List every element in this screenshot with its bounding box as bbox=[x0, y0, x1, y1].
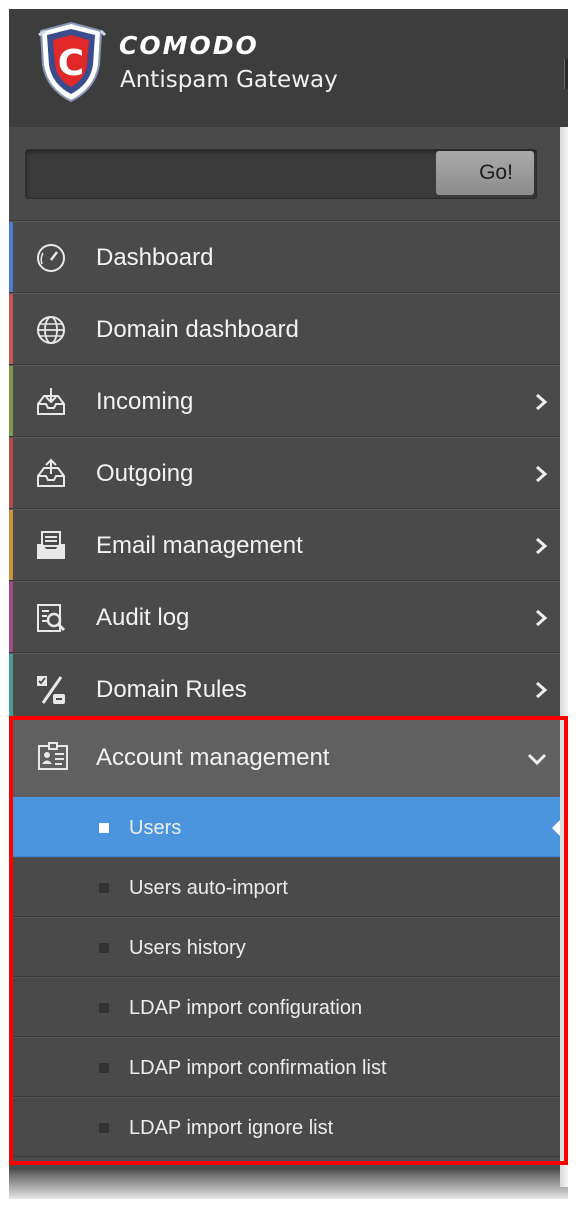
dashboard-gauge-icon bbox=[37, 244, 65, 272]
sidebar-navigation: C COMODO Antispam Gateway Go! Dashboard … bbox=[9, 9, 568, 1199]
account-card-icon bbox=[38, 742, 68, 770]
submenu-item-ldap-import-configuration[interactable]: LDAP import configuration bbox=[9, 977, 560, 1037]
bullet-square-icon bbox=[99, 1063, 109, 1073]
submenu-item-users[interactable]: Users bbox=[9, 797, 560, 857]
bullet-square-icon bbox=[99, 943, 109, 953]
menu-label: Email management bbox=[96, 532, 303, 559]
menu-label: Dashboard bbox=[96, 244, 214, 271]
menu-item-domain-dashboard[interactable]: Domain dashboard bbox=[9, 293, 560, 365]
header-edge bbox=[564, 59, 568, 89]
submenu-label: Users bbox=[129, 817, 182, 839]
menu-accent bbox=[9, 222, 13, 292]
menu-item-email-management[interactable]: Email management bbox=[9, 509, 560, 581]
submenu-item-ldap-import-ignore-list[interactable]: LDAP import ignore list bbox=[9, 1097, 560, 1157]
comodo-logo-icon: C bbox=[38, 21, 107, 103]
product-name: Antispam Gateway bbox=[120, 67, 338, 93]
chevron-right-icon bbox=[536, 681, 548, 699]
audit-log-icon bbox=[37, 604, 66, 632]
active-caret-icon bbox=[552, 820, 560, 836]
submenu-item-users-auto-import[interactable]: Users auto-import bbox=[9, 857, 560, 917]
menu-label: Domain Rules bbox=[96, 676, 247, 703]
incoming-tray-icon bbox=[37, 388, 65, 415]
menu-accent bbox=[9, 654, 13, 724]
menu-accent bbox=[9, 582, 13, 652]
outgoing-tray-icon bbox=[37, 458, 65, 487]
svg-text:C: C bbox=[58, 43, 84, 84]
submenu-label: Users history bbox=[129, 937, 246, 959]
bullet-square-icon bbox=[99, 1123, 109, 1133]
brand-header: C COMODO Antispam Gateway bbox=[9, 9, 568, 127]
menu-item-account-management[interactable]: Account management bbox=[9, 719, 560, 797]
menu-accent bbox=[9, 438, 13, 508]
menu-item-dashboard[interactable]: Dashboard bbox=[9, 221, 560, 293]
submenu-label: LDAP import confirmation list bbox=[129, 1057, 387, 1079]
brand-name: COMODO bbox=[119, 31, 259, 60]
submenu-label: LDAP import configuration bbox=[129, 997, 363, 1019]
bullet-square-icon bbox=[99, 1003, 109, 1013]
menu-item-incoming[interactable]: Incoming bbox=[9, 365, 560, 437]
chevron-right-icon bbox=[536, 465, 548, 483]
submenu-item-users-history[interactable]: Users history bbox=[9, 917, 560, 977]
menu-accent bbox=[9, 366, 13, 436]
menu-label: Account management bbox=[96, 744, 330, 771]
bullet-square-icon bbox=[99, 883, 109, 893]
submenu-label: LDAP import ignore list bbox=[129, 1117, 334, 1139]
search-bar: Go! bbox=[9, 127, 560, 221]
bullet-square-icon bbox=[99, 823, 109, 833]
chevron-right-icon bbox=[536, 393, 548, 411]
menu-label: Domain dashboard bbox=[96, 316, 299, 343]
go-button[interactable]: Go! bbox=[436, 151, 534, 195]
menu-accent bbox=[9, 510, 13, 580]
menu-label: Incoming bbox=[96, 388, 194, 415]
chevron-right-icon bbox=[536, 537, 548, 555]
email-tray-icon bbox=[37, 531, 65, 559]
menu-accent bbox=[9, 294, 13, 364]
submenu-label: Users auto-import bbox=[129, 877, 288, 899]
globe-icon bbox=[37, 316, 65, 344]
domain-rules-icon bbox=[37, 676, 65, 704]
menu-label: Outgoing bbox=[96, 460, 194, 487]
menu-item-audit-log[interactable]: Audit log bbox=[9, 581, 560, 653]
submenu-item-ldap-import-confirmation-list[interactable]: LDAP import confirmation list bbox=[9, 1037, 560, 1097]
sidebar-scroll-edge bbox=[560, 127, 568, 1187]
chevron-down-icon bbox=[527, 753, 547, 766]
menu-item-outgoing[interactable]: Outgoing bbox=[9, 437, 560, 509]
menu-label: Audit log bbox=[96, 604, 190, 631]
chevron-right-icon bbox=[536, 609, 548, 627]
menu-item-domain-rules[interactable]: Domain Rules bbox=[9, 653, 560, 725]
